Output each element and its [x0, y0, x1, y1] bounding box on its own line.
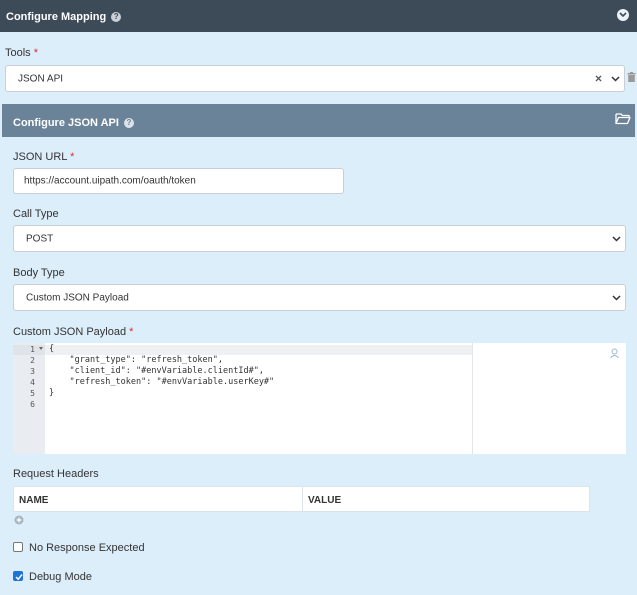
- json-url-value: https://account.uipath.com/oauth/token: [24, 175, 196, 187]
- chevron-down-icon[interactable]: [612, 292, 621, 304]
- call-type-selected-value: POST: [26, 233, 54, 244]
- body-type-selected-value: Custom JSON Payload: [26, 292, 129, 303]
- user-edit-icon[interactable]: [609, 348, 620, 362]
- json-url-label: JSON URL *: [13, 151, 74, 163]
- call-type-label: Call Type: [13, 208, 59, 220]
- code-line: {: [49, 344, 55, 354]
- payload-label-text: Custom JSON Payload: [13, 326, 127, 338]
- code-line: "grant_type": "refresh_token",: [49, 355, 223, 365]
- body-type-select[interactable]: Custom JSON Payload: [13, 284, 626, 311]
- folder-open-icon[interactable]: [615, 112, 631, 128]
- panel-title: Configure JSON API?: [13, 117, 134, 129]
- no-response-label: No Response Expected: [29, 542, 145, 554]
- trash-icon[interactable]: [627, 72, 636, 85]
- panel-title-text: Configure JSON API: [13, 117, 119, 129]
- help-icon[interactable]: ?: [123, 118, 134, 128]
- line-number: 5: [30, 389, 35, 398]
- column-header-name: NAME: [19, 495, 49, 506]
- code-line: }: [49, 388, 55, 398]
- json-url-required-mark: *: [70, 151, 75, 163]
- code-line: "refresh_token": "#envVariable.userKey#": [49, 377, 275, 387]
- json-url-input[interactable]: https://account.uipath.com/oauth/token: [13, 168, 344, 194]
- editor-gutter: 1 2 3 4 5 6: [13, 343, 45, 454]
- clear-icon[interactable]: ×: [595, 71, 602, 85]
- request-headers-label: Request Headers: [13, 468, 99, 480]
- request-headers-table: NAME VALUE: [13, 486, 590, 512]
- no-response-checkbox[interactable]: [13, 542, 23, 552]
- line-number: 1: [30, 345, 35, 354]
- header-title: Configure Mapping?: [6, 11, 122, 23]
- debug-mode-checkbox[interactable]: [13, 571, 23, 581]
- call-type-select[interactable]: POST: [13, 225, 626, 252]
- chevron-down-icon[interactable]: [611, 73, 620, 85]
- tools-selected-value: JSON API: [18, 73, 64, 84]
- configure-mapping-header: Configure Mapping?: [0, 0, 637, 32]
- code-line: "client_id": "#envVariable.clientId#",: [49, 366, 264, 376]
- line-number: 3: [30, 367, 35, 376]
- tools-label: Tools *: [5, 47, 38, 59]
- column-divider: [302, 487, 303, 511]
- chevron-down-icon[interactable]: [612, 233, 621, 245]
- add-header-icon[interactable]: [14, 515, 24, 528]
- tools-required-mark: *: [33, 47, 39, 59]
- tools-select[interactable]: JSON API ×: [5, 65, 625, 92]
- header-title-text: Configure Mapping: [6, 11, 107, 23]
- tools-label-text: Tools: [5, 47, 31, 59]
- collapse-chevron-icon[interactable]: [617, 9, 629, 21]
- panel-header: Configure JSON API?: [2, 104, 635, 137]
- debug-mode-label: Debug Mode: [29, 571, 92, 583]
- help-icon[interactable]: ?: [111, 12, 122, 22]
- payload-label: Custom JSON Payload *: [13, 326, 133, 338]
- print-margin: [472, 343, 473, 454]
- fold-arrow-icon[interactable]: [39, 347, 43, 350]
- line-number: 4: [30, 378, 35, 387]
- body-type-label: Body Type: [13, 267, 65, 279]
- configure-json-api-panel: Configure JSON API? JSON URL * https://a…: [2, 104, 635, 595]
- json-code-editor[interactable]: 1 2 3 4 5 6 { "grant_type": "refresh_tok…: [13, 343, 626, 454]
- payload-required-mark: *: [129, 326, 134, 338]
- json-url-label-text: JSON URL: [13, 151, 67, 163]
- active-line-highlight: [45, 345, 472, 355]
- column-header-value: VALUE: [308, 495, 342, 506]
- line-number: 2: [30, 356, 35, 365]
- line-number: 6: [30, 400, 35, 409]
